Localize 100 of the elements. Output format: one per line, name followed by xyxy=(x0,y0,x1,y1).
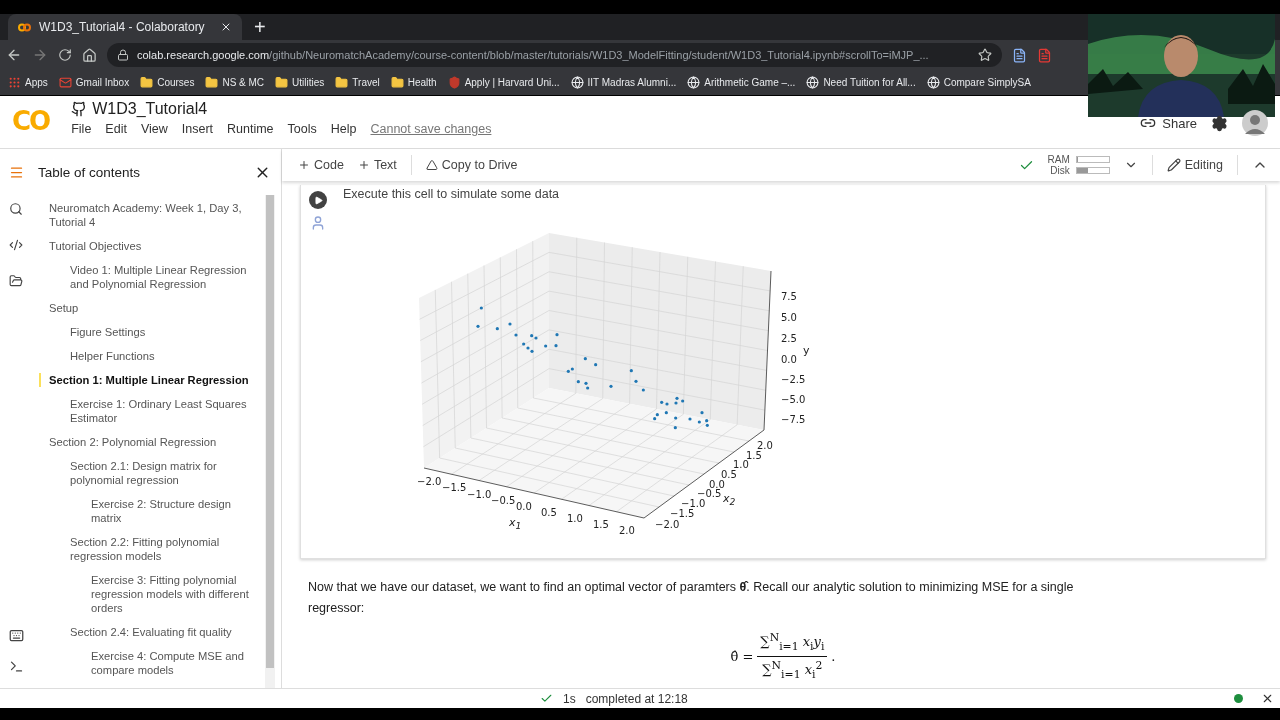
bookmark[interactable]: Utilities xyxy=(275,76,325,89)
menu-item[interactable]: Help xyxy=(330,122,357,136)
menu-item[interactable]: View xyxy=(140,122,168,136)
back-icon[interactable] xyxy=(6,47,22,63)
scrollbar-thumb[interactable] xyxy=(266,195,274,669)
toc-item[interactable]: Video 1: Multiple Linear Regression and Polynomial Regression xyxy=(32,263,265,291)
bookmark[interactable]: Need Tuition for All... xyxy=(806,76,916,89)
menu-item[interactable]: Tools xyxy=(287,122,317,136)
toc-item[interactable]: Section 2.4: Evaluating fit quality xyxy=(32,625,265,639)
reload-icon[interactable] xyxy=(58,48,72,62)
bookmark[interactable]: Travel xyxy=(335,76,380,89)
tick-label: −1.0 xyxy=(681,498,706,509)
tick-label: −2.0 xyxy=(417,476,442,487)
play-icon xyxy=(313,195,323,205)
bookmark[interactable]: Arithmetic Game –... xyxy=(687,76,796,89)
bookmark[interactable]: NS & MC xyxy=(205,76,265,89)
toc-item[interactable]: Section 2: Polynomial Regression xyxy=(32,435,265,449)
folder-icon xyxy=(140,76,154,89)
new-tab-button[interactable]: + xyxy=(248,14,272,40)
star-icon[interactable] xyxy=(978,48,992,62)
axis-label: x$_{1}$ xyxy=(509,516,522,529)
table-of-contents-icon[interactable] xyxy=(8,165,24,180)
bookmark[interactable]: Apply | Harvard Uni... xyxy=(447,76,560,89)
resource-meter xyxy=(1075,156,1110,163)
toolbar-button[interactable]: Code xyxy=(298,158,344,172)
toc-item[interactable]: Figure Settings xyxy=(32,325,265,339)
paragraph: Now that we have our dataset, we want to find an optimal vector of paramters θ̂. Recall our analytic solution to minimizing MSE for a single regressor: xyxy=(308,579,1075,617)
tick-label: −1.5 xyxy=(442,482,467,493)
tick-label: 1.5 xyxy=(746,450,762,461)
toc-item[interactable]: Section 1: Multiple Linear Regression xyxy=(32,373,265,387)
toc-item[interactable]: Exercise 4: Compute MSE and compare models xyxy=(32,649,265,677)
forward-icon[interactable] xyxy=(32,47,48,63)
toolbar-button[interactable]: Copy to Drive xyxy=(425,158,518,172)
bookmark[interactable]: Apps xyxy=(8,76,48,89)
menu-item[interactable]: Insert xyxy=(181,122,214,136)
mail-icon xyxy=(58,76,72,89)
folder-icon xyxy=(335,76,349,89)
close-icon[interactable] xyxy=(1261,692,1274,705)
bookmark[interactable]: Courses xyxy=(140,76,195,89)
avatar[interactable] xyxy=(1242,110,1268,136)
globe-icon xyxy=(806,76,820,89)
toc-item[interactable]: Exercise 1: Ordinary Least Squares Estimator xyxy=(32,397,265,425)
run-button[interactable] xyxy=(309,191,327,209)
code-icon[interactable] xyxy=(9,238,23,252)
tick-label: 0.5 xyxy=(541,507,557,518)
bookmark[interactable]: IIT Madras Alumni... xyxy=(570,76,677,89)
search-icon[interactable] xyxy=(9,202,23,216)
close-icon[interactable] xyxy=(220,21,232,33)
settings-icon[interactable] xyxy=(1211,114,1228,132)
toc-item[interactable]: Setup xyxy=(32,301,265,315)
tick-label: 0.0 xyxy=(781,354,797,365)
folder-icon[interactable] xyxy=(9,274,23,288)
tick-label: 2.0 xyxy=(757,440,773,451)
menu-item[interactable]: Runtime xyxy=(227,122,274,136)
formula-text: . xyxy=(831,648,836,664)
bookmark[interactable]: Health xyxy=(390,76,437,89)
folder-icon xyxy=(205,76,219,89)
tick-label: 0.0 xyxy=(709,479,725,490)
bookmark[interactable]: Gmail Inbox xyxy=(58,76,130,89)
tick-label: 0.0 xyxy=(516,501,532,512)
globe-icon xyxy=(687,76,701,89)
cell-caption: Execute this cell to simulate some data xyxy=(343,187,561,201)
bookmark[interactable]: Compare SimplySA xyxy=(926,76,1031,89)
share-button[interactable]: Share xyxy=(1140,115,1197,131)
menu-item[interactable]: File xyxy=(71,122,92,136)
user-icon xyxy=(310,215,326,231)
toc-item[interactable]: Helper Functions xyxy=(32,349,265,363)
home-icon[interactable] xyxy=(82,47,97,63)
notebook-title[interactable]: W1D3_Tutorial4 xyxy=(92,100,208,118)
toc-item[interactable]: Section 2.2: Fitting polynomial regression models xyxy=(32,535,265,563)
folder-icon xyxy=(275,76,289,89)
github-icon xyxy=(71,101,88,117)
toc-item[interactable]: Tutorial Objectives xyxy=(32,239,265,253)
address-bar[interactable]: colab.research.google.com/github/NeuromatchAcademy/course-content/blob/master/tutorials/W1D3_ModelFitting/student/W1D3_Tutorial4.ipynb#scrollTo=iMJP_... xyxy=(107,43,1002,67)
terminal-icon[interactable] xyxy=(8,659,24,674)
tick-label: 7.5 xyxy=(781,291,797,302)
toc-item[interactable]: Section 2.1: Design matrix for polynomial regression xyxy=(32,459,265,487)
toc-item[interactable]: Exercise 3: Fitting polynomial regression models with different orders xyxy=(32,573,265,615)
keyboard-icon[interactable] xyxy=(8,628,24,643)
lock-icon xyxy=(117,49,129,61)
tick-label: 1.0 xyxy=(733,459,749,470)
pdf-icon[interactable] xyxy=(1037,47,1052,63)
resource-label: RAM xyxy=(1047,154,1070,165)
document-icon[interactable] xyxy=(1012,47,1027,63)
menu-item[interactable]: Edit xyxy=(105,122,127,136)
tick-label: −0.5 xyxy=(697,488,722,499)
status-message: completed at 12:18 xyxy=(585,691,688,706)
tick-label: 1.0 xyxy=(567,513,583,524)
tick-label: −7.5 xyxy=(781,414,806,425)
tick-label: 1.5 xyxy=(593,519,609,530)
browser-tab[interactable]: W1D3_Tutorial4 - Colaboratory xyxy=(8,14,242,40)
toc-item[interactable]: Neuromatch Academy: Week 1, Day 3, Tutorial 4 xyxy=(32,201,265,229)
resource-label: Disk xyxy=(1050,165,1070,176)
save-notice-link[interactable]: Cannot save changes xyxy=(370,122,492,136)
plus-icon xyxy=(298,159,310,171)
tick-label: 0.5 xyxy=(721,469,737,480)
toolbar-button[interactable]: Text xyxy=(357,158,397,172)
toc-item[interactable]: Exercise 2: Structure design matrix xyxy=(32,497,265,525)
tick-label: −2.0 xyxy=(655,519,680,530)
editing-mode-button[interactable]: Editing xyxy=(1166,158,1223,172)
